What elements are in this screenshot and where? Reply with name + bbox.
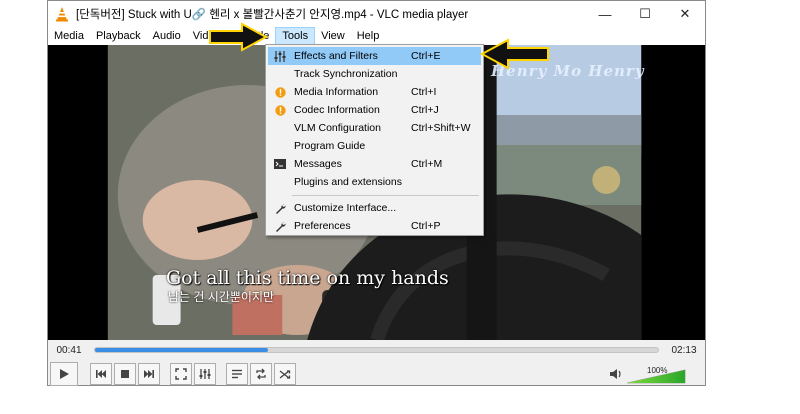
volume-slider[interactable]: 100% <box>626 364 687 384</box>
title-bar: [단독버전] Stuck with U🔗 헨리 x 볼빨간사춘기 안지영.mp4… <box>48 1 705 27</box>
playback-controls: 100% <box>48 361 705 387</box>
menu-item-label: Messages <box>294 158 342 170</box>
menu-item-customize-interface[interactable]: Customize Interface... <box>268 199 481 217</box>
menu-item-label: Customize Interface... <box>294 202 397 214</box>
menu-item-shortcut: Ctrl+P <box>411 220 441 232</box>
skip-next-icon <box>144 370 154 378</box>
menu-item-shortcut: Ctrl+J <box>411 104 439 116</box>
subtitle-english: Got all this time on my hands <box>166 267 449 289</box>
volume-control[interactable]: 100% <box>609 361 687 387</box>
maximize-button[interactable]: ☐ <box>625 1 665 27</box>
menu-media[interactable]: Media <box>48 27 90 45</box>
playlist-button[interactable] <box>226 363 248 385</box>
subtitle-korean: 남는 건 시간뿐이지만 <box>168 290 275 304</box>
menu-item-shortcut: Ctrl+M <box>411 158 443 170</box>
previous-button[interactable] <box>90 363 112 385</box>
menu-help[interactable]: Help <box>351 27 386 45</box>
loop-icon <box>256 368 266 380</box>
play-icon <box>60 369 69 379</box>
menu-item-program-guide[interactable]: Program Guide <box>268 137 481 155</box>
info-orange-icon <box>268 104 292 116</box>
seek-row: 00:41 02:13 <box>48 341 705 359</box>
playlist-icon <box>232 369 242 379</box>
speaker-icon[interactable] <box>609 368 623 380</box>
shuffle-icon <box>279 370 291 379</box>
shuffle-button[interactable] <box>274 363 296 385</box>
seek-bar[interactable] <box>94 347 659 353</box>
menu-item-label: Track Synchronization <box>294 68 398 80</box>
menu-playback[interactable]: Playback <box>90 27 147 45</box>
menu-item-track-synchronization[interactable]: Track Synchronization <box>268 65 481 83</box>
vlc-cone-icon <box>56 7 68 22</box>
menu-separator <box>292 195 479 196</box>
menu-item-label: Effects and Filters <box>294 50 378 62</box>
terminal-icon <box>268 159 292 169</box>
menu-item-media-information[interactable]: Media Information Ctrl+I <box>268 83 481 101</box>
annotation-arrow-right-icon <box>209 22 268 52</box>
menu-item-label: Preferences <box>294 220 351 232</box>
wrench-icon <box>268 221 292 232</box>
menu-audio[interactable]: Audio <box>147 27 187 45</box>
play-button[interactable] <box>50 362 78 386</box>
skip-previous-icon <box>96 370 106 378</box>
menu-view[interactable]: View <box>315 27 351 45</box>
loop-button[interactable] <box>250 363 272 385</box>
menu-item-label: Program Guide <box>294 140 366 152</box>
seek-progress <box>95 348 269 352</box>
extended-settings-button[interactable] <box>194 363 216 385</box>
menu-item-label: Codec Information <box>294 104 380 116</box>
tools-dropdown-menu: Effects and Filters Ctrl+E Track Synchro… <box>265 44 484 236</box>
close-button[interactable]: ✕ <box>665 1 705 27</box>
menu-item-shortcut: Ctrl+E <box>411 50 441 62</box>
fullscreen-icon <box>175 368 187 380</box>
menu-bar: Media Playback Audio Video Subtitle Tool… <box>48 27 705 45</box>
annotation-arrow-left-icon <box>480 38 549 70</box>
menu-tools[interactable]: Tools <box>275 27 316 45</box>
menu-item-vlm-configuration[interactable]: VLM Configuration Ctrl+Shift+W <box>268 119 481 137</box>
window-title: [단독버전] Stuck with U🔗 헨리 x 볼빨간사춘기 안지영.mp4… <box>76 9 469 21</box>
menu-item-shortcut: Ctrl+Shift+W <box>411 122 471 134</box>
menu-item-effects-and-filters[interactable]: Effects and Filters Ctrl+E <box>268 47 481 65</box>
elapsed-time: 00:41 <box>56 344 82 356</box>
menu-item-preferences[interactable]: Preferences Ctrl+P <box>268 217 481 235</box>
stop-icon <box>121 370 129 378</box>
wrench-icon <box>268 203 292 214</box>
menu-item-label: Plugins and extensions <box>294 176 402 188</box>
menu-item-label: VLM Configuration <box>294 122 381 134</box>
menu-item-plugins-and-extensions[interactable]: Plugins and extensions <box>268 173 481 191</box>
menu-item-codec-information[interactable]: Codec Information Ctrl+J <box>268 101 481 119</box>
menu-item-shortcut: Ctrl+I <box>411 86 437 98</box>
stop-button[interactable] <box>114 363 136 385</box>
menu-item-messages[interactable]: Messages Ctrl+M <box>268 155 481 173</box>
total-time: 02:13 <box>671 344 697 356</box>
next-button[interactable] <box>138 363 160 385</box>
equalizer-icon <box>268 50 292 62</box>
equalizer-icon <box>199 369 211 379</box>
menu-item-label: Media Information <box>294 86 379 98</box>
minimize-button[interactable]: — <box>585 1 625 27</box>
info-orange-icon <box>268 86 292 98</box>
volume-percentage: 100% <box>647 366 668 375</box>
fullscreen-button[interactable] <box>170 363 192 385</box>
